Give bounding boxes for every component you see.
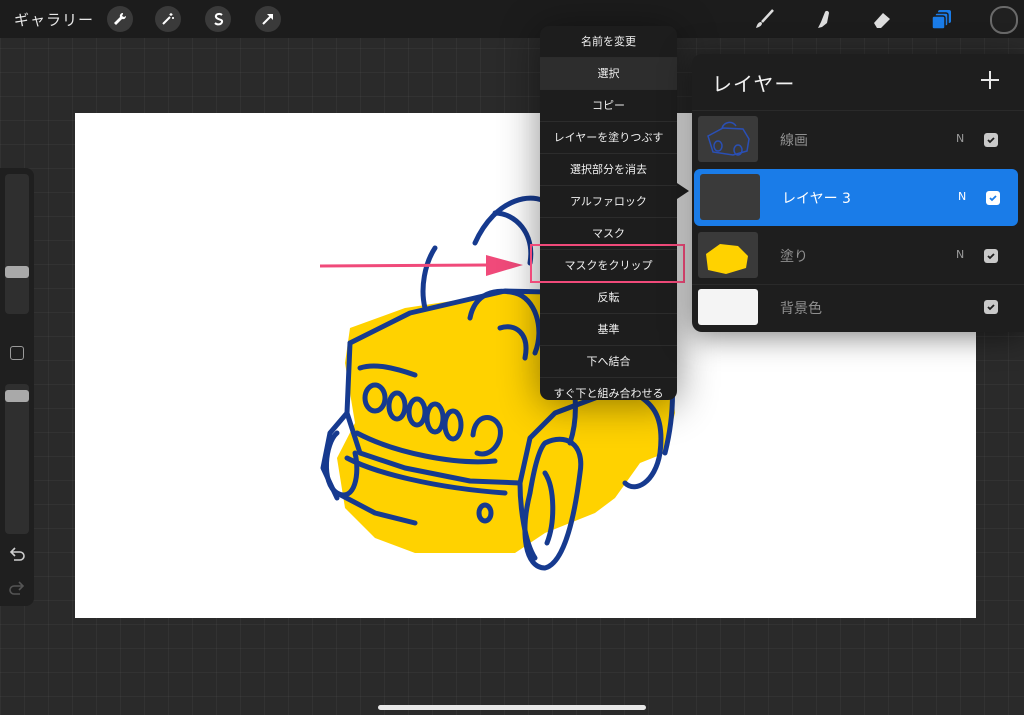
gallery-button[interactable]: ギャラリー — [14, 9, 94, 30]
menu-item-rename[interactable]: 名前を変更 — [540, 26, 677, 58]
undo-icon[interactable] — [8, 546, 26, 564]
home-indicator — [378, 705, 646, 710]
layers-panel-title: レイヤー — [712, 72, 796, 96]
menu-item-copy[interactable]: コピー — [540, 90, 677, 122]
layer-thumbnail — [700, 174, 760, 220]
layer-name: レイヤー 3 — [782, 191, 851, 207]
layer-name: 線画 — [780, 133, 808, 149]
layer-name: 塗り — [780, 249, 808, 265]
menu-item-merge-down[interactable]: 下へ結合 — [540, 346, 677, 378]
menu-item-alpha-lock[interactable]: アルファロック — [540, 186, 677, 218]
brush-size-slider[interactable] — [5, 174, 29, 314]
plus-icon[interactable] — [978, 68, 1002, 92]
visibility-checkbox[interactable] — [984, 300, 998, 314]
menu-item-reference[interactable]: 基準 — [540, 314, 677, 346]
top-toolbar: ギャラリー — [0, 0, 1024, 38]
eraser-icon[interactable] — [869, 6, 895, 32]
wrench-icon[interactable] — [107, 6, 133, 32]
opacity-slider[interactable] — [5, 384, 29, 534]
left-sidebar — [0, 168, 34, 606]
layer-row-lineart[interactable]: 線画 N — [692, 111, 1024, 168]
smudge-icon[interactable] — [810, 6, 836, 32]
menu-item-clear-selection[interactable]: 選択部分を消去 — [540, 154, 677, 186]
layer-row-layer3[interactable]: レイヤー 3 N — [694, 169, 1018, 226]
redo-icon[interactable] — [8, 580, 26, 598]
layer-thumbnail — [698, 232, 758, 278]
visibility-checkbox[interactable] — [986, 191, 1000, 205]
menu-pointer — [677, 183, 689, 199]
layer-name: 背景色 — [780, 301, 822, 317]
menu-item-combine-down[interactable]: すぐ下と組み合わせる — [540, 378, 677, 400]
opacity-thumb[interactable] — [5, 390, 29, 402]
layer-thumbnail — [698, 289, 758, 325]
modify-button[interactable] — [10, 346, 24, 360]
annotation-arrow — [319, 255, 523, 276]
brush-size-thumb[interactable] — [5, 266, 29, 278]
layer-options-menu: 名前を変更 選択 コピー レイヤーを塗りつぶす 選択部分を消去 アルファロック … — [540, 26, 677, 400]
layer-row-fill[interactable]: 塗り N — [692, 227, 1024, 284]
color-picker-button[interactable] — [990, 6, 1018, 34]
brush-icon[interactable] — [752, 6, 778, 32]
menu-item-select[interactable]: 選択 — [540, 58, 677, 90]
layer-thumbnail — [698, 116, 758, 162]
clipping-mask-highlight — [530, 244, 685, 283]
menu-item-invert[interactable]: 反転 — [540, 282, 677, 314]
transform-arrow-icon[interactable] — [255, 6, 281, 32]
layers-panel: レイヤー 線画 N レイヤー 3 N 塗り N 背景色 — [692, 54, 1024, 332]
visibility-checkbox[interactable] — [984, 249, 998, 263]
layers-icon[interactable] — [929, 6, 955, 32]
menu-item-fill-layer[interactable]: レイヤーを塗りつぶす — [540, 122, 677, 154]
layer-row-background[interactable]: 背景色 — [692, 285, 1024, 331]
blend-mode-button[interactable]: N — [958, 190, 966, 203]
blend-mode-button[interactable]: N — [956, 132, 964, 145]
blend-mode-button[interactable]: N — [956, 248, 964, 261]
visibility-checkbox[interactable] — [984, 133, 998, 147]
selection-s-icon[interactable] — [205, 6, 231, 32]
magic-wand-icon[interactable] — [155, 6, 181, 32]
